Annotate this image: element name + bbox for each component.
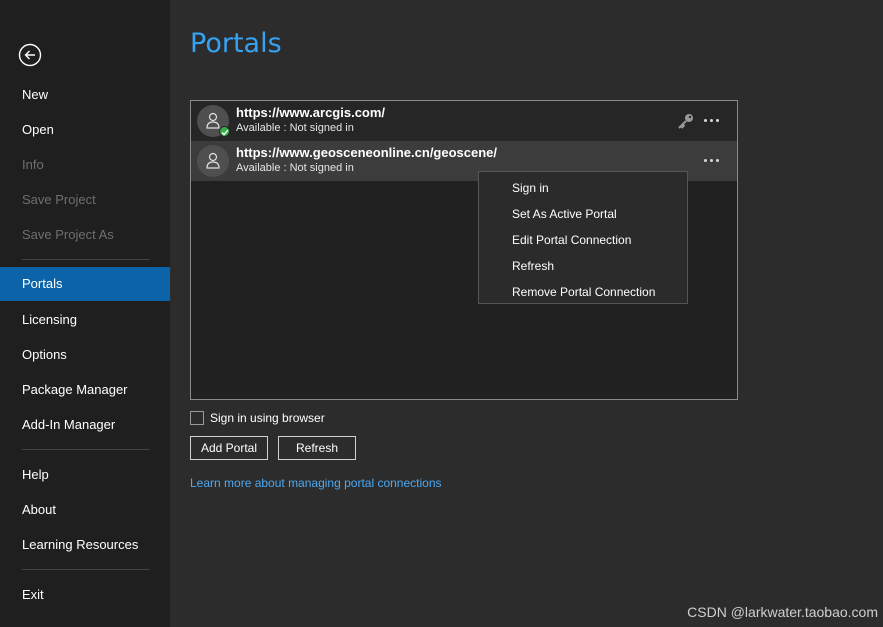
sign-in-browser-option[interactable]: Sign in using browser xyxy=(190,410,325,426)
nav-about[interactable]: About xyxy=(0,493,170,527)
sidebar-divider xyxy=(22,449,150,450)
nav-save-project-as: Save Project As xyxy=(22,227,114,242)
active-portal-check-icon xyxy=(219,126,230,137)
nav-package-manager[interactable]: Package Manager xyxy=(0,373,170,407)
nav-save-project: Save Project xyxy=(22,192,96,207)
more-options-icon[interactable] xyxy=(702,155,722,167)
nav-licensing[interactable]: Licensing xyxy=(0,303,170,337)
nav-add-in-manager[interactable]: Add-In Manager xyxy=(0,408,170,442)
avatar xyxy=(197,145,229,177)
learn-more-link[interactable]: Learn more about managing portal connect… xyxy=(190,476,442,490)
nav-help[interactable]: Help xyxy=(0,458,170,492)
menu-item-refresh[interactable]: Refresh xyxy=(479,253,687,279)
sign-in-browser-label: Sign in using browser xyxy=(210,411,325,425)
portal-url: https://www.arcgis.com/ xyxy=(236,105,386,120)
nav-exit[interactable]: Exit xyxy=(0,578,170,612)
key-icon[interactable] xyxy=(677,112,695,130)
nav-portals[interactable]: Portals xyxy=(0,267,170,301)
watermark: CSDN @larkwater.taobao.com xyxy=(687,604,878,620)
add-portal-button[interactable]: Add Portal xyxy=(190,436,268,460)
refresh-button[interactable]: Refresh xyxy=(278,436,356,460)
portal-row[interactable]: https://www.arcgis.com/ Available : Not … xyxy=(191,101,737,141)
menu-item-sign-in[interactable]: Sign in xyxy=(479,175,687,201)
sidebar-divider xyxy=(22,569,150,570)
user-icon xyxy=(206,152,220,169)
page-title: Portals xyxy=(190,28,282,59)
menu-item-remove-portal-connection[interactable]: Remove Portal Connection xyxy=(479,279,687,305)
nav-info: Info xyxy=(22,157,44,172)
back-arrow-icon[interactable] xyxy=(18,43,42,67)
nav-learning-resources[interactable]: Learning Resources xyxy=(0,528,170,562)
backstage-sidebar: New Open Info Save Project Save Project … xyxy=(0,0,170,627)
menu-item-set-active-portal[interactable]: Set As Active Portal xyxy=(479,201,687,227)
portal-status: Available : Not signed in xyxy=(236,122,354,134)
avatar xyxy=(197,105,230,137)
nav-options[interactable]: Options xyxy=(0,338,170,372)
nav-open[interactable]: Open xyxy=(0,113,170,147)
nav-new[interactable]: New xyxy=(0,78,170,112)
portal-url: https://www.geosceneonline.cn/geoscene/ xyxy=(236,145,498,160)
sidebar-divider xyxy=(22,259,150,260)
user-icon xyxy=(206,112,220,129)
more-options-icon[interactable] xyxy=(702,115,722,127)
menu-item-edit-portal-connection[interactable]: Edit Portal Connection xyxy=(479,227,687,253)
portal-context-menu: Sign in Set As Active Portal Edit Portal… xyxy=(478,171,688,304)
portal-status: Available : Not signed in xyxy=(236,162,354,174)
sign-in-browser-checkbox[interactable] xyxy=(190,411,204,425)
